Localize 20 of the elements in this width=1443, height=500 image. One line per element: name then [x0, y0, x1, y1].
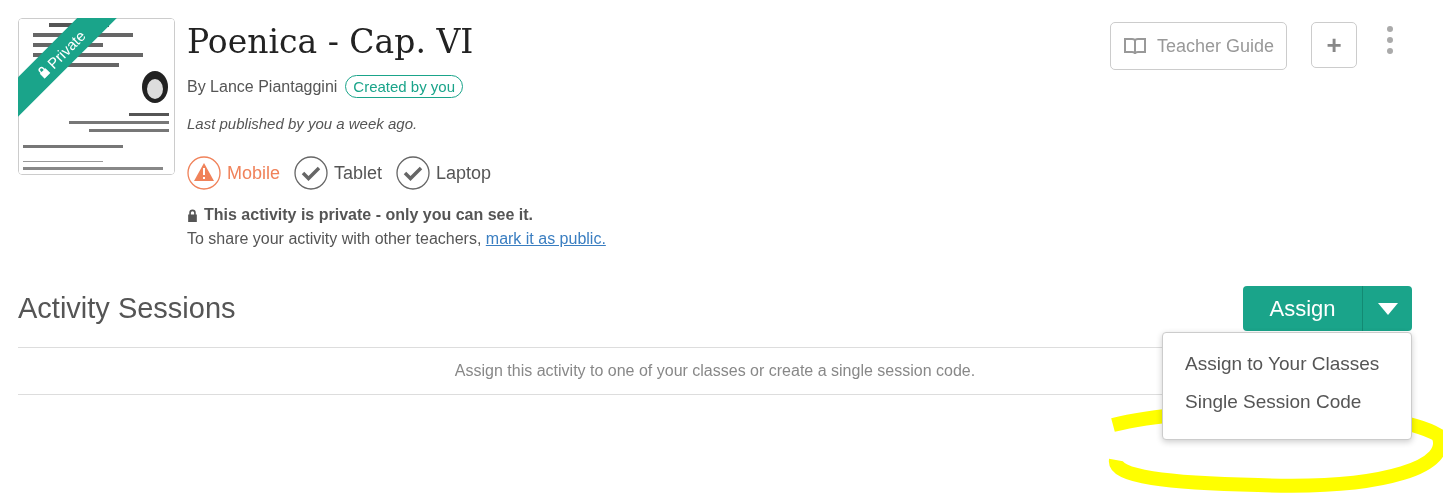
lock-icon	[187, 208, 198, 222]
teacher-guide-button[interactable]: Teacher Guide	[1109, 22, 1287, 70]
assign-button[interactable]: Assign	[1243, 286, 1363, 331]
assign-dropdown-toggle[interactable]	[1363, 286, 1412, 331]
activity-title: Poenica - Cap. VI	[187, 21, 475, 63]
menu-item[interactable]: Single Session Code	[1163, 383, 1411, 421]
caret-icon	[1377, 302, 1398, 315]
sessions-heading: Activity Sessions	[18, 292, 236, 325]
menu-item[interactable]: Assign to Your Classes	[1163, 345, 1411, 383]
add-button[interactable]: +	[1311, 22, 1357, 68]
book-icon	[1122, 37, 1147, 55]
mark-public-link[interactable]: mark it as public.	[485, 230, 606, 247]
share-text: To share your activity with other teachers, mark it as public.	[187, 230, 607, 248]
author-name: By Lance Piantaggini	[187, 77, 338, 96]
device-label: Mobile	[227, 162, 281, 184]
empty-sessions-message: Assign this activity to one of your classes or create a single session code.	[454, 362, 976, 380]
device-label: Tablet	[334, 162, 383, 184]
device-label: Laptop	[436, 162, 492, 184]
published-note: Last published by you a week ago.	[187, 115, 419, 132]
privacy-heading: This activity is private - only you can see it.	[204, 206, 533, 224]
